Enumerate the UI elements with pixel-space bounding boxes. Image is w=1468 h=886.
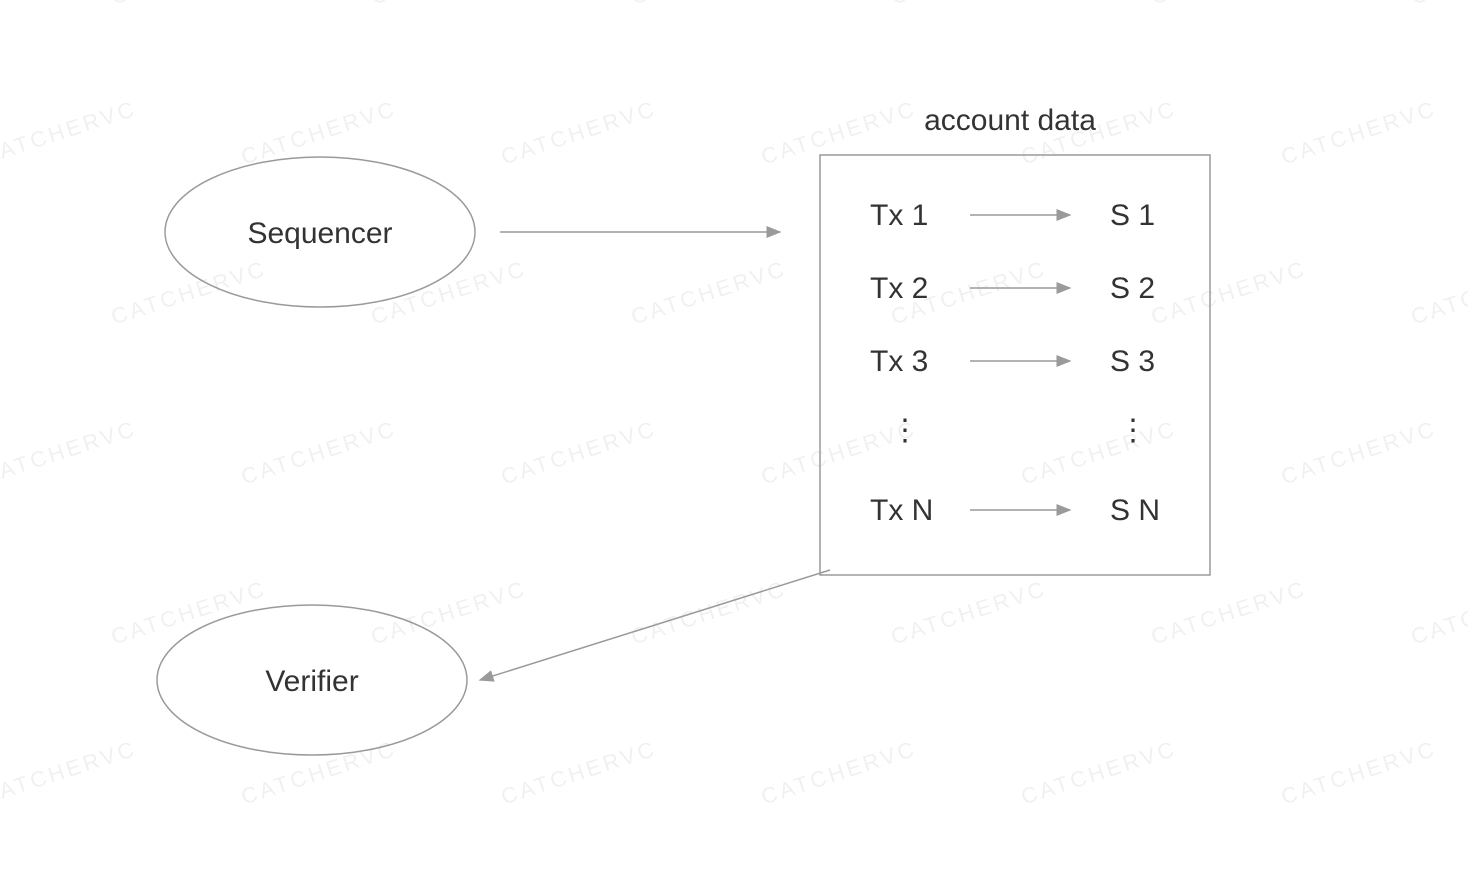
s-2-label: S 2 [1110,272,1155,305]
tx-1-label: Tx 1 [870,199,928,232]
account-data-title: account data [924,104,1096,137]
s-1-label: S 1 [1110,199,1155,232]
tx-3-label: Tx 3 [870,345,928,378]
arrow-box-to-verifier [480,570,830,680]
s-n-label: S N [1110,494,1160,527]
tx-ellipsis: ⋮ [890,414,920,447]
verifier-label: Verifier [265,665,358,698]
s-ellipsis: ⋮ [1118,414,1148,447]
s-3-label: S 3 [1110,345,1155,378]
diagram-stage: Sequencer Verifier account data Tx 1 S 1… [0,0,1468,886]
tx-2-label: Tx 2 [870,272,928,305]
sequencer-label: Sequencer [247,217,392,250]
tx-n-label: Tx N [870,494,933,527]
